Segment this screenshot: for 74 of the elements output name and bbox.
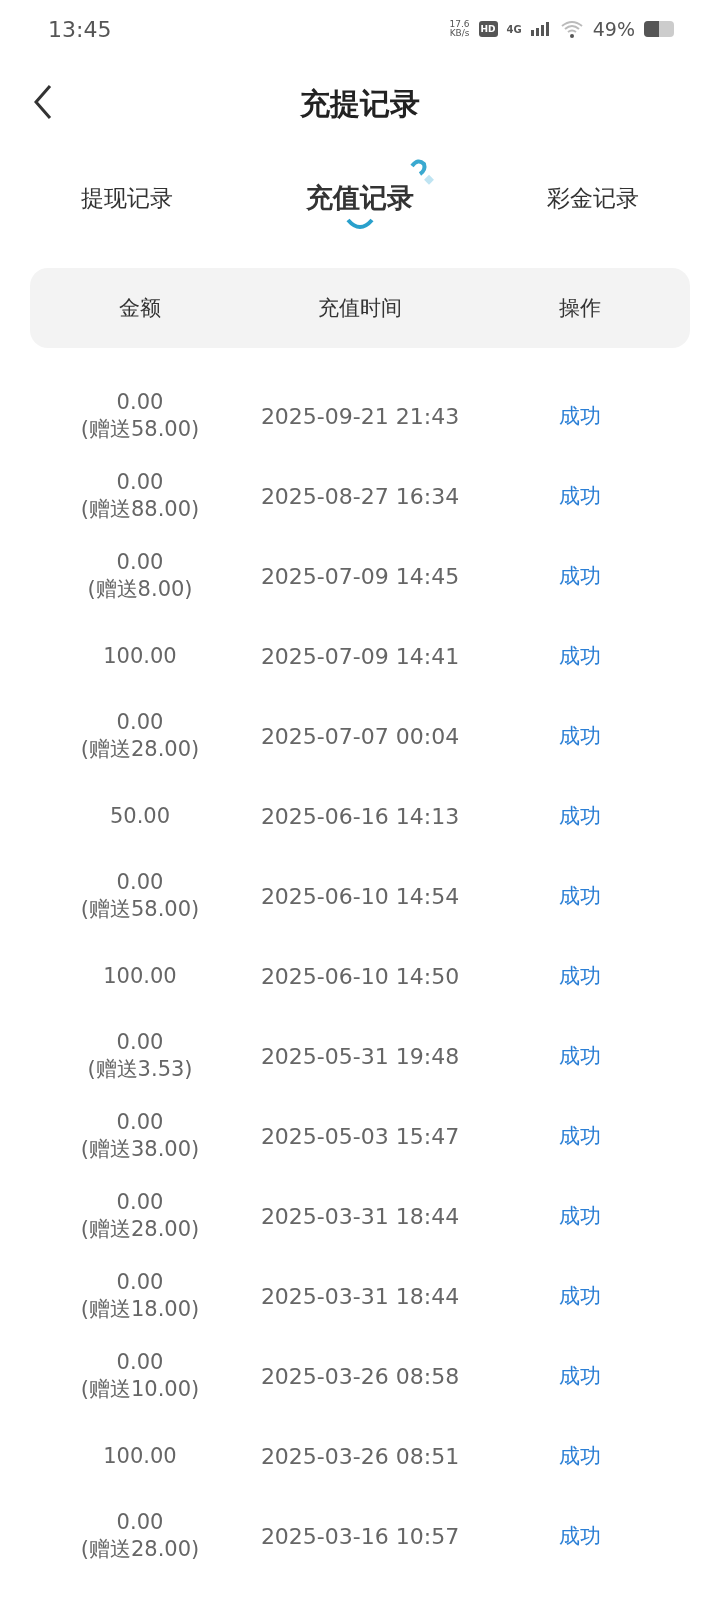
amount-cell: 100.00	[103, 962, 177, 990]
time-cell: 2025-03-31 18:44	[260, 1203, 460, 1229]
tab[interactable]: 提现记录	[80, 182, 173, 214]
amount-cell: 0.00	[116, 389, 164, 416]
underline-icon	[346, 218, 374, 230]
amount-cell: 0.00	[116, 709, 164, 736]
time-cell: 2025-05-31 19:48	[260, 1043, 460, 1069]
time-cell: 2025-03-26 08:51	[260, 1443, 460, 1469]
amount-cell: 0.00	[116, 549, 164, 576]
time-cell: 2025-05-03 15:47	[260, 1123, 460, 1149]
time-cell: 2025-06-10 14:50	[260, 963, 460, 989]
network-speed: 17.6	[449, 20, 470, 29]
time-cell: 2025-07-09 14:45	[260, 563, 460, 589]
page-title: 充提记录	[300, 84, 420, 123]
network-type: 4G	[506, 23, 522, 35]
status-link[interactable]: 成功	[559, 1042, 601, 1070]
speed-unit: KB/s	[449, 29, 470, 38]
status-link[interactable]: 成功	[559, 642, 601, 670]
amount-cell: 0.00	[116, 1509, 164, 1536]
time-cell: 2025-03-16 10:57	[260, 1523, 460, 1549]
column-header: 金额	[119, 295, 161, 322]
status-link[interactable]: 成功	[559, 802, 601, 830]
amount-cell: 0.00	[116, 1029, 164, 1056]
time-cell: 2025-09-21 21:43	[260, 403, 460, 429]
amount-cell: 50.00	[109, 802, 171, 830]
status-link[interactable]: 成功	[559, 722, 601, 750]
status-link[interactable]: 成功	[559, 1202, 601, 1230]
wifi-icon	[559, 20, 584, 38]
bonus-amount: (赠送58.00)	[80, 416, 200, 443]
bonus-amount: (赠送88.00)	[80, 496, 200, 523]
bonus-amount: (赠送18.00)	[80, 1296, 200, 1323]
bonus-amount: (赠送10.00)	[80, 1376, 200, 1403]
status-link[interactable]: 成功	[559, 482, 601, 510]
amount-cell: 0.00	[116, 1109, 164, 1136]
amount-cell: 0.00	[116, 1349, 164, 1376]
amount-cell: 0.00	[116, 1269, 164, 1296]
status-link[interactable]: 成功	[559, 1362, 601, 1390]
bonus-amount: (赠送58.00)	[80, 896, 200, 923]
time-cell: 2025-03-31 18:44	[260, 1283, 460, 1309]
status-link[interactable]: 成功	[559, 1442, 601, 1470]
battery-percent: 49%	[592, 18, 635, 40]
bonus-amount: (赠送8.00)	[87, 576, 193, 603]
battery-icon	[644, 21, 674, 37]
amount-cell: 100.00	[103, 1442, 177, 1470]
status-link[interactable]: 成功	[559, 562, 601, 590]
status-link[interactable]: 成功	[559, 962, 601, 990]
back-icon[interactable]	[32, 84, 54, 120]
time-cell: 2025-07-09 14:41	[260, 643, 460, 669]
hd-badge: HD	[478, 21, 498, 37]
amount-cell: 0.00	[116, 469, 164, 496]
signal-icon	[530, 22, 551, 36]
time-cell: 2025-06-10 14:54	[260, 883, 460, 909]
status-link[interactable]: 成功	[559, 1522, 601, 1550]
status-link[interactable]: 成功	[559, 882, 601, 910]
status-link[interactable]: 成功	[559, 1122, 601, 1150]
status-link[interactable]: 成功	[559, 402, 601, 430]
amount-cell: 0.00	[116, 869, 164, 896]
bonus-amount: (赠送28.00)	[80, 1536, 200, 1563]
status-time: 13:45	[48, 16, 112, 42]
tab[interactable]: 充值记录	[306, 180, 414, 216]
bonus-amount: (赠送28.00)	[80, 1216, 200, 1243]
time-cell: 2025-07-07 00:04	[260, 723, 460, 749]
bonus-amount: (赠送28.00)	[80, 736, 200, 763]
time-cell: 2025-08-27 16:34	[260, 483, 460, 509]
status-link[interactable]: 成功	[559, 1282, 601, 1310]
amount-cell: 100.00	[103, 642, 177, 670]
column-header: 充值时间	[318, 295, 402, 322]
time-cell: 2025-06-16 14:13	[260, 803, 460, 829]
time-cell: 2025-03-26 08:58	[260, 1363, 460, 1389]
bonus-amount: (赠送3.53)	[87, 1056, 193, 1083]
column-header: 操作	[559, 295, 601, 322]
bonus-amount: (赠送38.00)	[80, 1136, 200, 1163]
amount-cell: 0.00	[116, 1189, 164, 1216]
tab[interactable]: 彩金记录	[547, 182, 640, 214]
